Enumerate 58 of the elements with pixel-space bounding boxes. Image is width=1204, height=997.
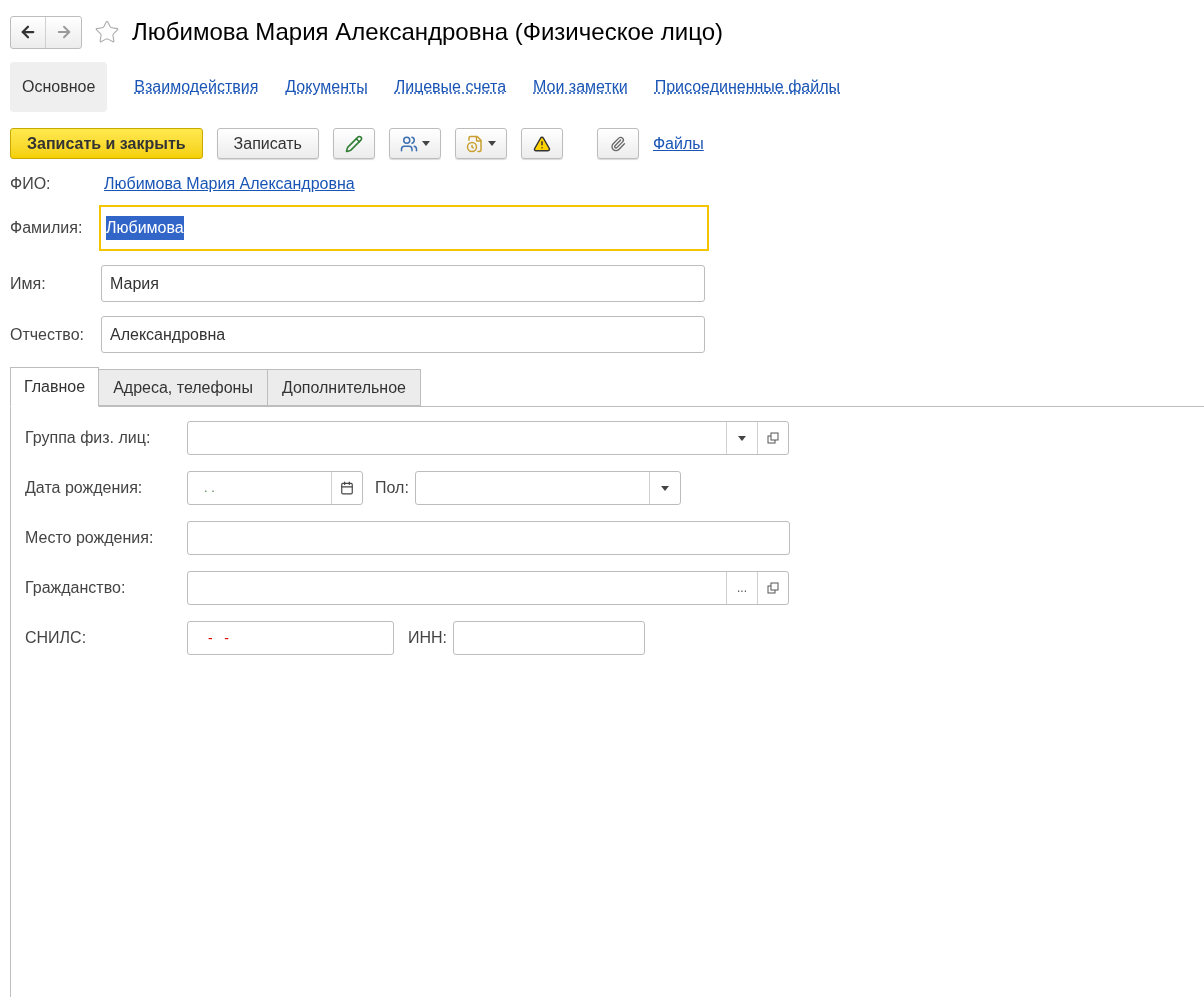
birthplace-field[interactable] <box>187 521 790 555</box>
inn-field[interactable] <box>453 621 646 655</box>
tab[interactable]: Адреса, телефоны <box>99 369 268 406</box>
citizenship-field[interactable]: ... <box>187 571 789 605</box>
edit-history-button[interactable] <box>332 128 375 159</box>
warning-icon <box>532 134 551 153</box>
fio-label: ФИО: <box>10 174 52 194</box>
date-field[interactable]: . . <box>187 471 363 505</box>
section-link[interactable]: Мои заметки <box>533 75 628 99</box>
save-button[interactable]: Записать <box>216 128 319 159</box>
name-input-field[interactable]: Любимова <box>99 205 709 251</box>
snils-mask: - - <box>207 628 229 648</box>
attach-button[interactable] <box>596 128 639 159</box>
tab[interactable]: Дополнительное <box>267 369 421 406</box>
caret-icon <box>738 435 746 441</box>
favorite-star-icon[interactable] <box>94 19 120 45</box>
field-label: Гражданство: <box>25 578 127 598</box>
warning-button[interactable] <box>520 128 563 159</box>
open-window-icon <box>767 582 779 594</box>
files-link[interactable]: Файлы <box>652 131 704 156</box>
window-title: Любимова Мария Александровна (Физическое лицо) <box>132 17 723 47</box>
paperclip-icon <box>609 135 626 152</box>
field-label: Дата рождения: <box>25 478 144 498</box>
gender-select-field[interactable] <box>414 471 681 505</box>
field-label: СНИЛС: <box>25 628 88 648</box>
input-text: Мария <box>110 273 159 294</box>
field-label: Имя: <box>10 273 47 294</box>
save-and-close-button[interactable]: Записать и закрыть <box>10 128 203 159</box>
section-link[interactable]: Документы <box>285 75 368 99</box>
group-select-field[interactable] <box>187 421 789 455</box>
tab[interactable]: Главное <box>10 367 100 407</box>
fio-link[interactable]: Любимова Мария Александровна <box>104 172 355 196</box>
input-text: Александровна <box>110 324 226 345</box>
field-label: ИНН: <box>408 628 448 648</box>
caret-icon <box>421 141 430 146</box>
name-input-field[interactable]: Александровна <box>101 316 705 353</box>
document-menu-button[interactable] <box>454 128 507 159</box>
field-label: Фамилия: <box>10 218 84 238</box>
calendar-icon <box>340 481 354 495</box>
section-link[interactable]: Взаимодействия <box>134 75 259 99</box>
field-label: Место рождения: <box>25 528 155 548</box>
caret-icon <box>660 485 669 491</box>
ellipsis-button[interactable]: ... <box>737 579 747 597</box>
users-icon <box>399 134 418 153</box>
add-contact-button[interactable] <box>388 128 441 159</box>
input-text: Любимова <box>106 216 184 240</box>
section-link[interactable]: Основное <box>10 62 108 112</box>
section-link[interactable]: Присоединенные файлы <box>654 75 840 99</box>
name-input-field[interactable]: Мария <box>101 265 705 302</box>
snils-field[interactable]: - - <box>187 621 394 655</box>
open-window-icon <box>767 432 779 444</box>
field-label: Группа физ. лиц: <box>25 428 152 448</box>
document-clock-icon <box>465 134 484 153</box>
caret-icon <box>487 141 496 146</box>
field-label: Отчество: <box>10 324 85 345</box>
date-mask: . . <box>203 479 216 498</box>
field-label: Пол: <box>375 478 409 498</box>
section-link[interactable]: Лицевые счета <box>394 75 507 99</box>
